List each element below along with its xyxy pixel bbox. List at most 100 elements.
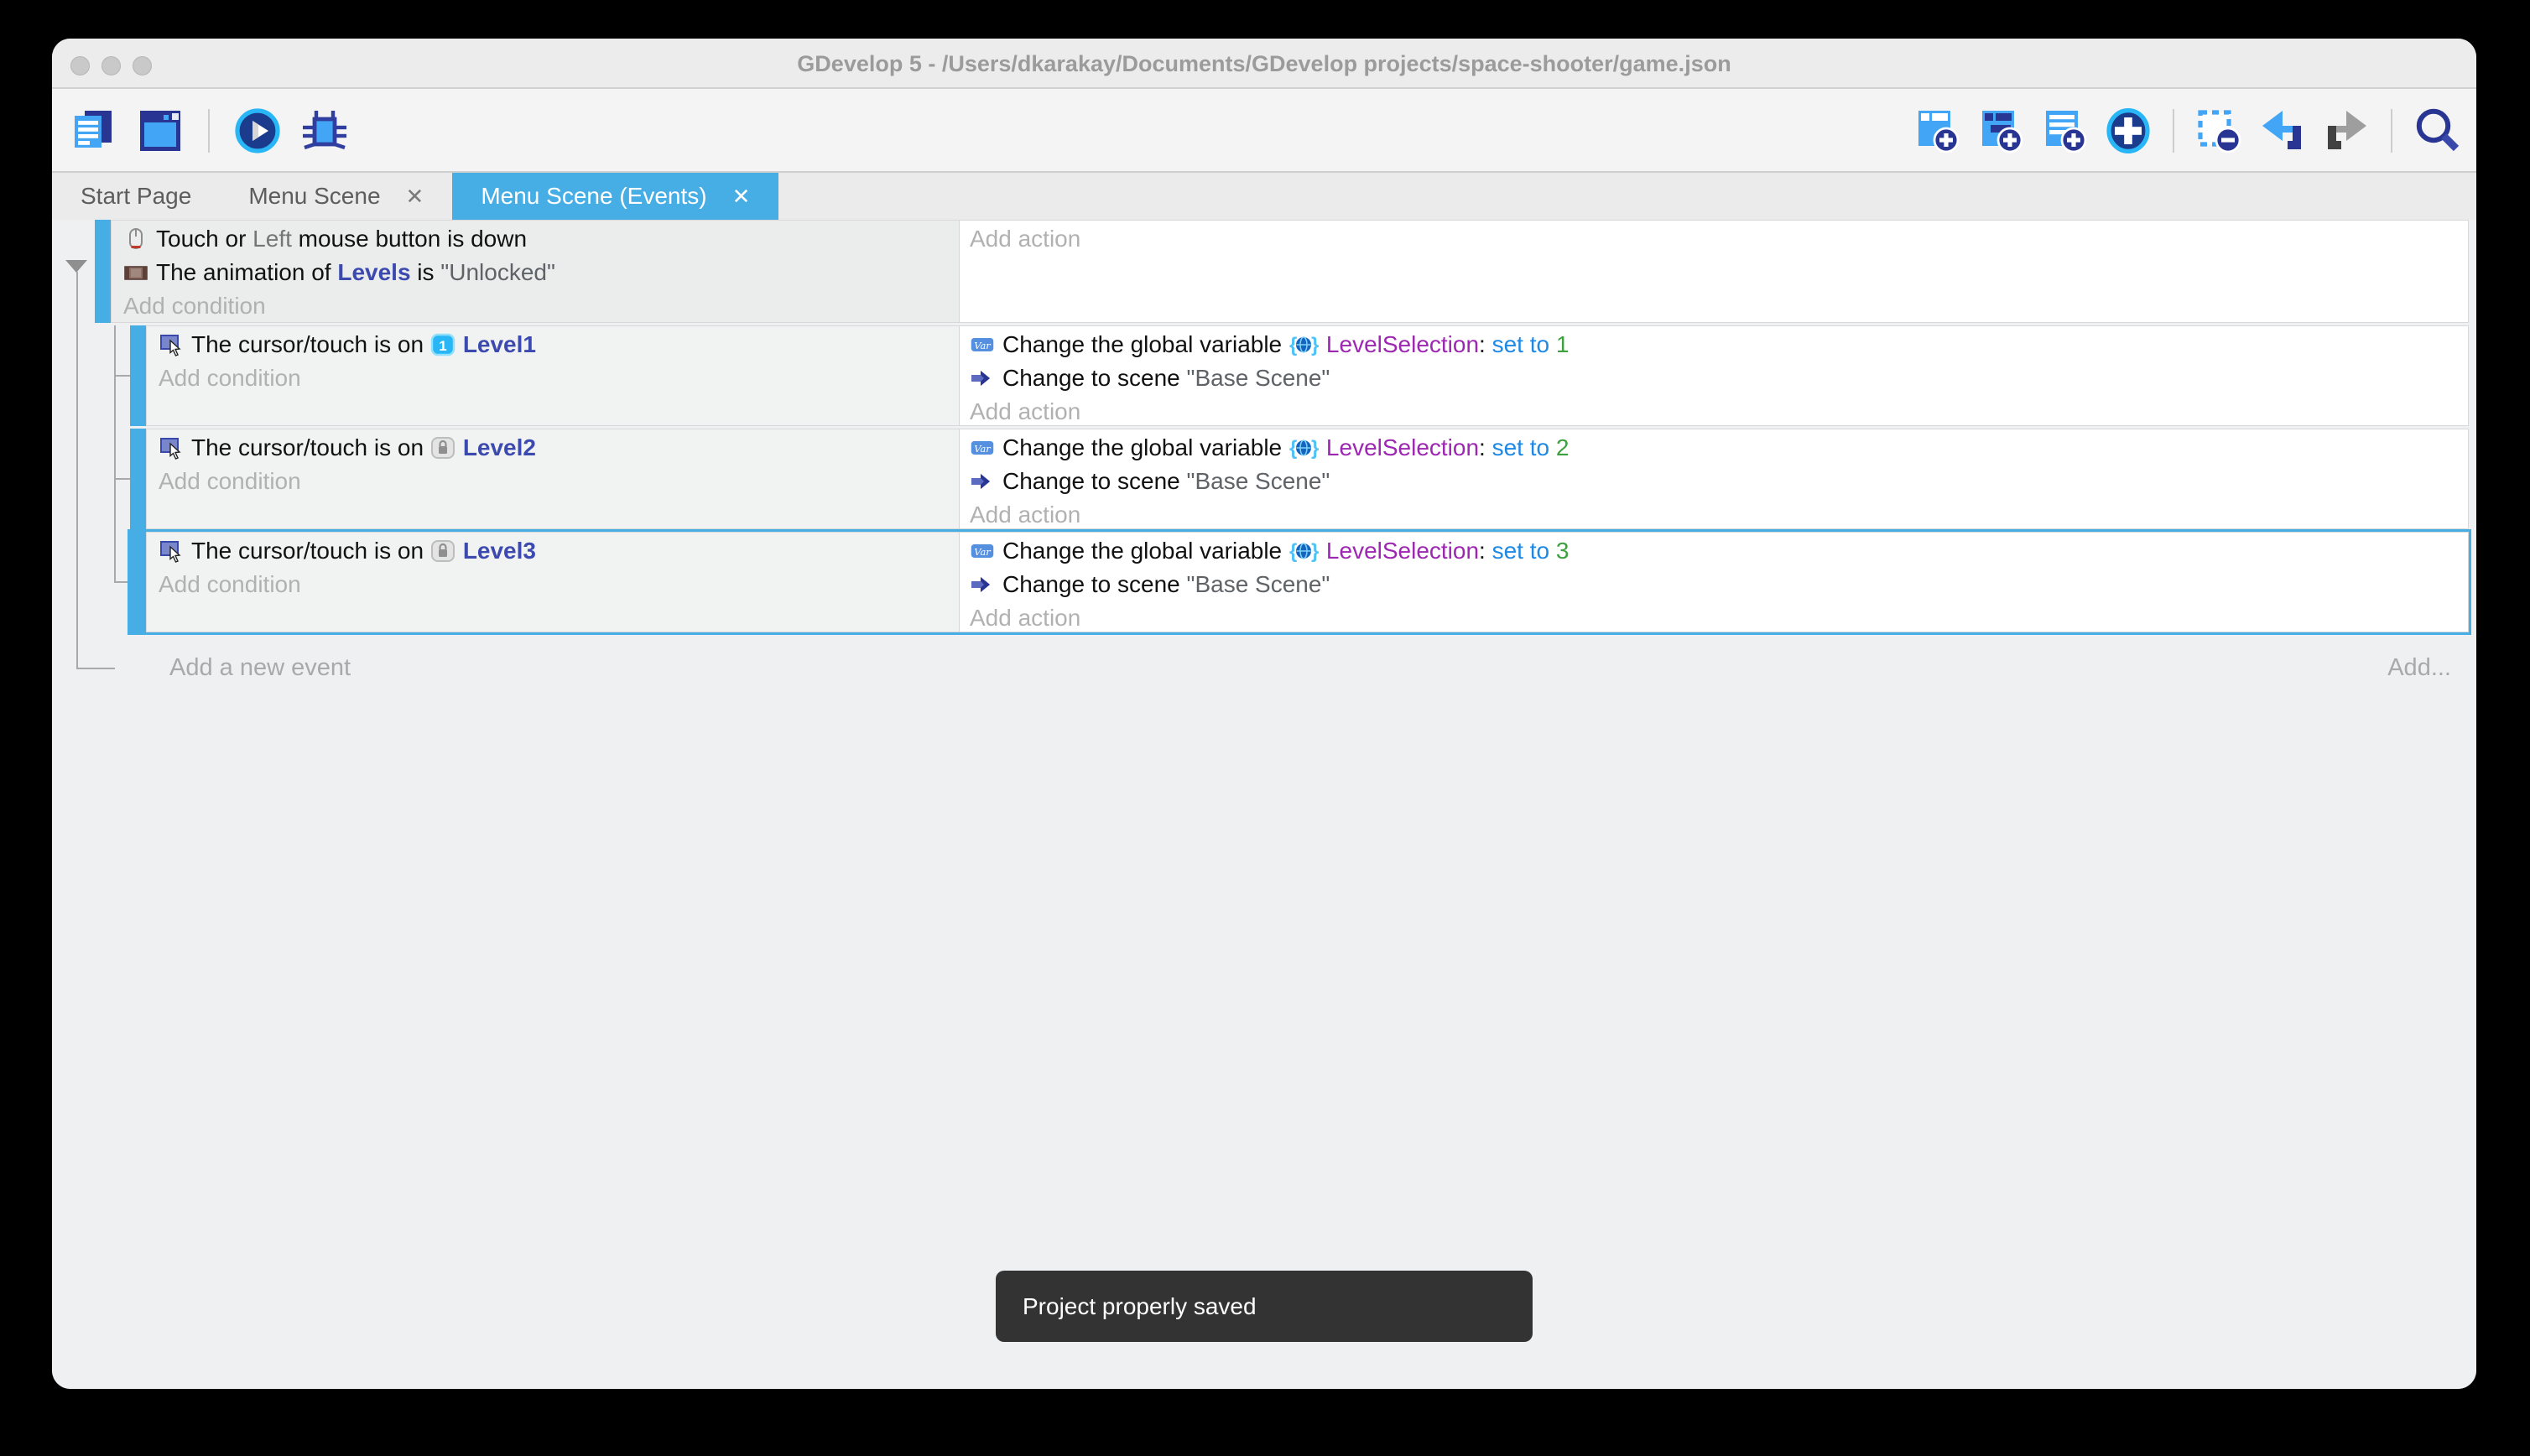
- change-scene-icon: [970, 366, 995, 391]
- global-variable-icon: { }: [1288, 332, 1319, 357]
- global-variable-icon: { }: [1288, 538, 1319, 564]
- add-action-button[interactable]: Add action: [960, 222, 2468, 256]
- close-tab-icon[interactable]: ✕: [732, 184, 751, 210]
- action-change-variable[interactable]: Var Change the global variable { } Level…: [960, 431, 2468, 465]
- toolbar-divider: [2391, 109, 2392, 153]
- condition-text: The animation of: [156, 259, 337, 286]
- svg-text:}: }: [1311, 334, 1319, 356]
- conditions-column: The cursor/touch is on 1 Level1 Add cond…: [147, 326, 960, 425]
- tree-line: [76, 272, 78, 668]
- action-change-scene[interactable]: Change to scene "Base Scene": [960, 361, 2468, 395]
- close-tab-icon[interactable]: ✕: [406, 184, 424, 210]
- variable-icon: Var: [970, 332, 995, 357]
- add-more-button[interactable]: Add...: [2387, 654, 2451, 682]
- conditions-column: Touch or Left mouse button is down The a…: [112, 221, 960, 322]
- object-name: Level2: [463, 434, 536, 461]
- add-event-button[interactable]: [1913, 107, 1961, 155]
- tab-menu-scene-events[interactable]: Menu Scene (Events) ✕: [452, 173, 778, 220]
- tab-start-page[interactable]: Start Page: [52, 173, 220, 220]
- add-comment-button[interactable]: [2040, 107, 2089, 155]
- condition-cursor-on[interactable]: The cursor/touch is on Level2: [147, 431, 959, 465]
- action-text: :: [1479, 538, 1492, 564]
- variable-name: LevelSelection: [1326, 434, 1479, 461]
- string-param: "Unlocked": [440, 259, 555, 286]
- add-condition-button[interactable]: Add condition: [147, 465, 959, 498]
- action-change-variable[interactable]: Var Change the global variable { } Level…: [960, 534, 2468, 568]
- condition-cursor-on[interactable]: The cursor/touch is on Level3: [147, 534, 959, 568]
- debug-icon: [301, 107, 348, 154]
- toolbar-divider: [208, 109, 210, 153]
- svg-text:}: }: [1311, 540, 1319, 563]
- undo-button[interactable]: [2258, 107, 2307, 155]
- delete-selection-button[interactable]: [2194, 107, 2243, 155]
- titlebar: GDevelop 5 - /Users/dkarakay/Documents/G…: [52, 39, 2476, 89]
- add-new-event-button[interactable]: Add a new event: [169, 654, 351, 682]
- play-preview-button[interactable]: [233, 107, 282, 155]
- add-action-button[interactable]: Add action: [960, 395, 2468, 429]
- event-row-level2[interactable]: The cursor/touch is on Level2 Add condit…: [130, 429, 2469, 529]
- string-param: "Base Scene": [1187, 571, 1330, 598]
- add-condition-button[interactable]: Add condition: [147, 361, 959, 395]
- value-number: 3: [1556, 538, 1570, 564]
- svg-text:Var: Var: [974, 443, 992, 455]
- global-variable-icon: { }: [1288, 435, 1319, 460]
- condition-cursor-on[interactable]: The cursor/touch is on 1 Level1: [147, 328, 959, 361]
- collapse-event-toggle[interactable]: [65, 260, 87, 273]
- action-text: Change the global variable: [1002, 538, 1288, 564]
- add-subevent-button[interactable]: [1976, 107, 2025, 155]
- change-scene-icon: [970, 572, 995, 597]
- event-drag-handle[interactable]: [130, 532, 146, 632]
- project-manager-button[interactable]: [69, 107, 117, 155]
- undo-icon: [2259, 107, 2306, 154]
- object-name: Level1: [463, 331, 536, 358]
- actions-column: Var Change the global variable { } Level…: [960, 533, 2468, 632]
- string-param: "Base Scene": [1187, 468, 1330, 495]
- event-row-level1[interactable]: The cursor/touch is on 1 Level1 Add cond…: [130, 325, 2469, 426]
- action-change-scene[interactable]: Change to scene "Base Scene": [960, 568, 2468, 601]
- condition-touch-mouse[interactable]: Touch or Left mouse button is down: [112, 222, 959, 256]
- debugger-button[interactable]: [300, 107, 349, 155]
- scene-editor-icon: [137, 107, 184, 154]
- event-row-root[interactable]: Touch or Left mouse button is down The a…: [95, 220, 2469, 323]
- value-number: 1: [1556, 331, 1570, 358]
- actions-column: Var Change the global variable { } Level…: [960, 326, 2468, 425]
- events-sheet: Touch or Left mouse button is down The a…: [52, 220, 2476, 1389]
- locked-level-icon: [430, 538, 456, 564]
- event-row-level3[interactable]: The cursor/touch is on Level3 Add condit…: [130, 532, 2469, 632]
- operator-text: set to: [1492, 434, 1556, 461]
- add-comment-icon: [2041, 107, 2088, 154]
- action-text: :: [1479, 331, 1492, 358]
- action-text: Change to scene: [1002, 468, 1187, 495]
- scene-editor-button[interactable]: [136, 107, 185, 155]
- redo-button[interactable]: [2322, 107, 2371, 155]
- action-text: Change to scene: [1002, 365, 1187, 392]
- event-drag-handle[interactable]: [130, 325, 146, 426]
- action-change-scene[interactable]: Change to scene "Base Scene": [960, 465, 2468, 498]
- svg-text:1: 1: [439, 338, 446, 354]
- condition-text: mouse button is down: [292, 226, 527, 252]
- tab-label: Menu Scene: [248, 183, 380, 210]
- actions-column: Add action: [960, 221, 2468, 322]
- tree-line: [114, 325, 116, 582]
- search-events-button[interactable]: [2413, 107, 2461, 155]
- tab-menu-scene[interactable]: Menu Scene ✕: [220, 173, 452, 220]
- svg-text:Var: Var: [974, 340, 992, 351]
- svg-text:}: }: [1311, 437, 1319, 460]
- cursor-touch-icon: [159, 435, 184, 460]
- value-number: 2: [1556, 434, 1570, 461]
- tree-line: [114, 478, 130, 480]
- add-circle-icon: [2105, 107, 2152, 154]
- event-drag-handle[interactable]: [95, 220, 111, 323]
- add-action-button[interactable]: Add action: [960, 601, 2468, 635]
- tree-line: [76, 668, 115, 669]
- cursor-touch-icon: [159, 332, 184, 357]
- action-change-variable[interactable]: Var Change the global variable { } Level…: [960, 328, 2468, 361]
- redo-icon: [2323, 107, 2370, 154]
- add-condition-button[interactable]: Add condition: [112, 289, 959, 323]
- cursor-touch-icon: [159, 538, 184, 564]
- event-drag-handle[interactable]: [130, 429, 146, 529]
- add-more-events-button[interactable]: [2104, 107, 2153, 155]
- condition-animation[interactable]: The animation of Levels is "Unlocked": [112, 256, 959, 289]
- add-condition-button[interactable]: Add condition: [147, 568, 959, 601]
- add-action-button[interactable]: Add action: [960, 498, 2468, 532]
